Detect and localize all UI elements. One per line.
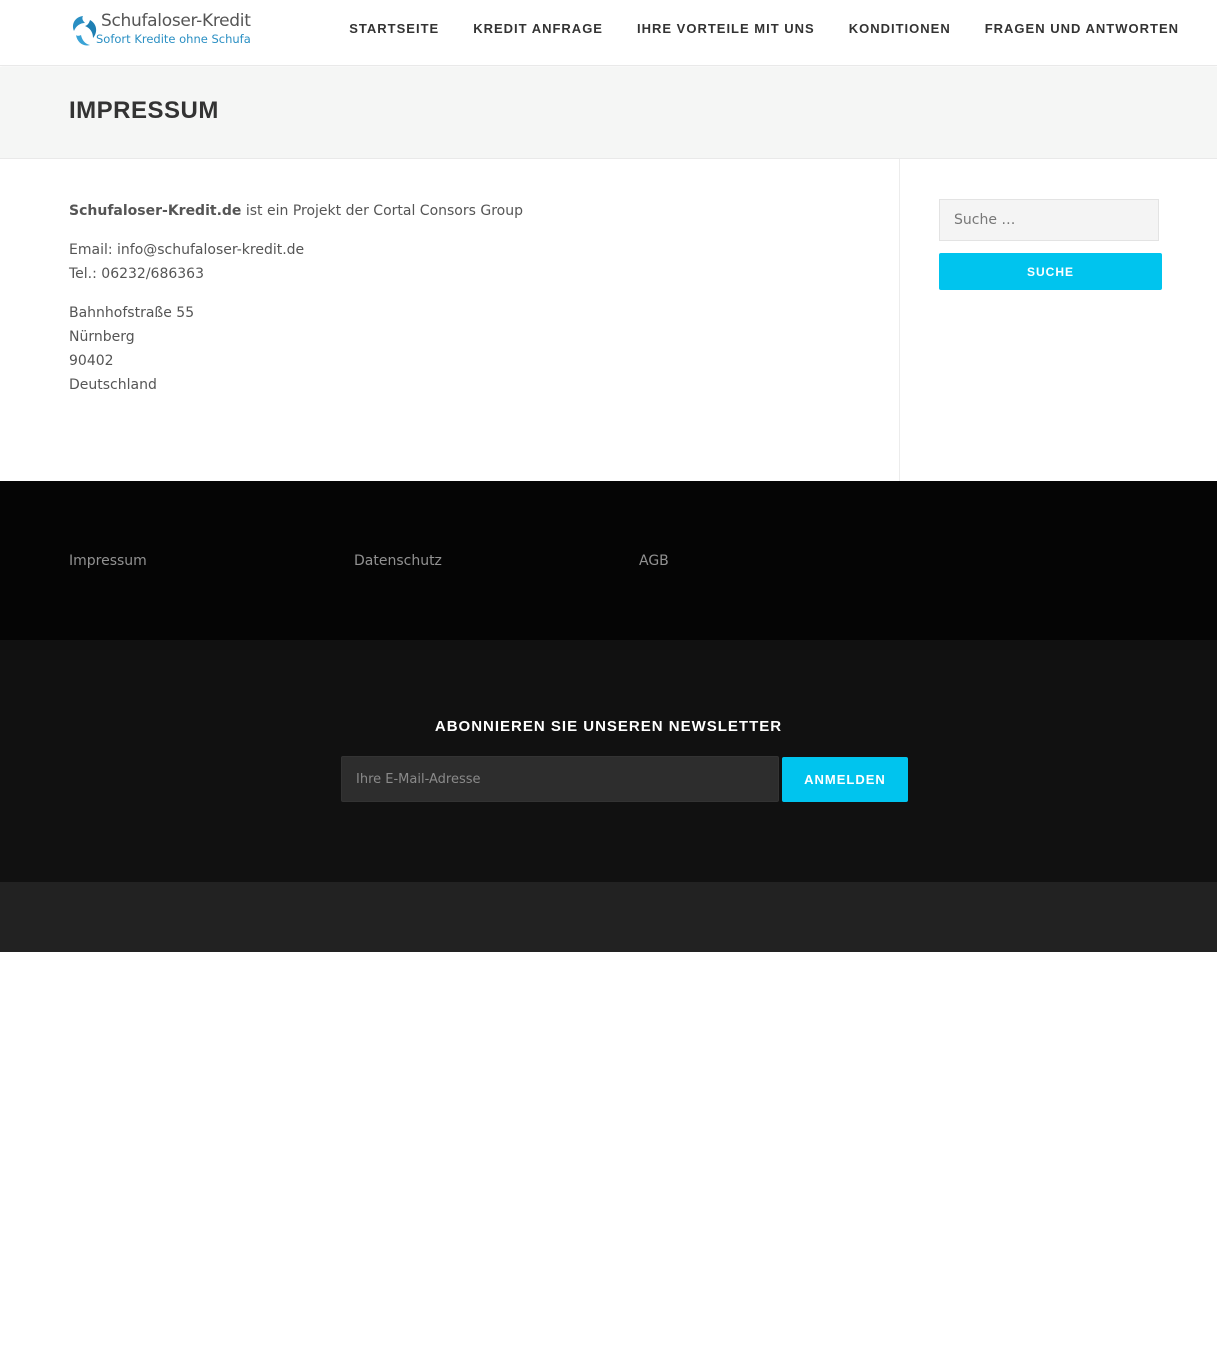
newsletter-subscribe-button[interactable]: ANMELDEN <box>782 757 908 802</box>
footer-link-agb[interactable]: AGB <box>639 553 669 569</box>
page-header: IMPRESSUM <box>0 67 1217 159</box>
address-country: Deutschland <box>69 377 157 393</box>
nav-item-konditionen[interactable]: KONDITIONEN <box>832 21 968 36</box>
sidebar: Suche … SUCHE <box>901 159 1217 481</box>
contact-phone: Tel.: 06232/686363 <box>69 266 204 282</box>
logo-swirl-icon <box>73 16 97 46</box>
contact-email: Email: info@schufaloser-kredit.de <box>69 242 305 258</box>
contact-paragraph: Email: info@schufaloser-kredit.de Tel.: … <box>69 238 849 286</box>
newsletter-email-input[interactable]: Ihre E-Mail-Adresse <box>341 756 779 802</box>
footer-widgets: Impressum Datenschutz AGB <box>0 481 1217 640</box>
newsletter-section: ABONNIEREN SIE UNSEREN NEWSLETTER Ihre E… <box>0 640 1217 882</box>
intro-paragraph: Schufaloser-Kredit.de ist ein Projekt de… <box>69 199 849 223</box>
intro-site-name: Schufaloser-Kredit.de <box>69 203 242 219</box>
address-paragraph: Bahnhofstraße 55 Nürnberg 90402 Deutschl… <box>69 301 849 397</box>
newsletter-title: ABONNIEREN SIE UNSEREN NEWSLETTER <box>434 718 783 735</box>
entry-content: Schufaloser-Kredit.de ist ein Projekt de… <box>69 199 849 412</box>
site-header: Schufaloser-Kredit Sofort Kredite ohne S… <box>0 0 1217 66</box>
footer-link-datenschutz[interactable]: Datenschutz <box>354 553 442 569</box>
address-city: Nürnberg <box>69 329 135 345</box>
nav-item-kredit-anfrage[interactable]: KREDIT ANFRAGE <box>456 21 620 36</box>
content-area: Schufaloser-Kredit.de ist ein Projekt de… <box>0 159 900 481</box>
address-street: Bahnhofstraße 55 <box>69 305 195 321</box>
intro-text: ist ein Projekt der Cortal Consors Group <box>241 203 523 219</box>
search-button[interactable]: SUCHE <box>939 253 1162 290</box>
nav-item-ihre-vorteile[interactable]: IHRE VORTEILE MIT UNS <box>620 21 832 36</box>
main-nav: STARTSEITE KREDIT ANFRAGE IHRE VORTEILE … <box>332 0 1179 56</box>
logo-tagline: Sofort Kredite ohne Schufa <box>96 32 251 46</box>
logo-title: Schufaloser-Kredit <box>101 11 251 31</box>
address-zip: 90402 <box>69 353 114 369</box>
search-input[interactable]: Suche … <box>939 199 1159 241</box>
nav-item-startseite[interactable]: STARTSEITE <box>332 21 456 36</box>
site-logo[interactable]: Schufaloser-Kredit Sofort Kredite ohne S… <box>69 11 251 49</box>
footer-bottom-bar <box>0 882 1217 952</box>
footer-link-impressum[interactable]: Impressum <box>69 553 147 569</box>
nav-item-fragen-und-antworten[interactable]: FRAGEN UND ANTWORTEN <box>968 21 1179 36</box>
page-title: IMPRESSUM <box>69 97 219 124</box>
